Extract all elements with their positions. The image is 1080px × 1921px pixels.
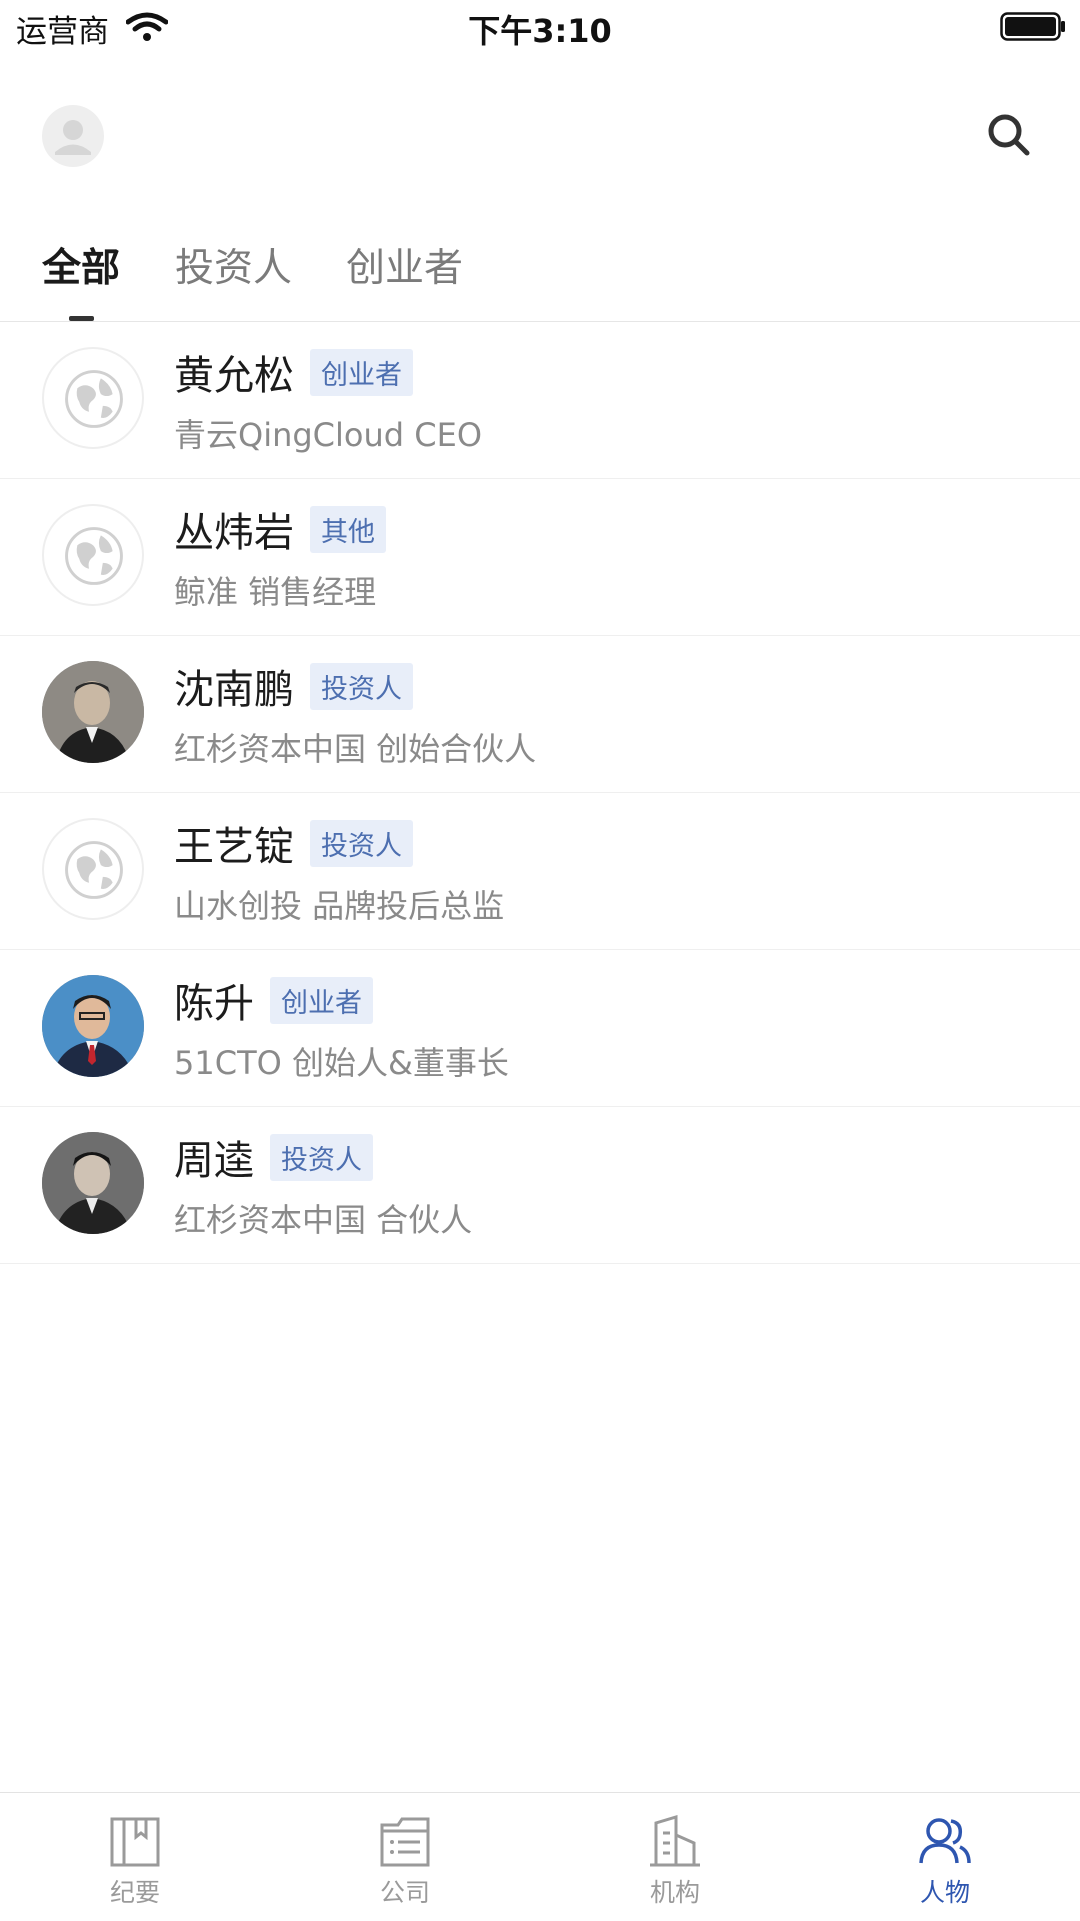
list-item[interactable]: 沈南鹏 投资人 红杉资本中国 创始合伙人 [0,636,1080,793]
battery-icon [1000,12,1065,41]
person-name: 周逵 [174,1138,254,1184]
role-badge: 创业者 [270,976,373,1024]
role-badge: 投资人 [270,1133,373,1181]
role-badge: 投资人 [310,819,413,867]
globe-icon [65,527,123,585]
portrait-image [42,1132,144,1234]
tab-founders[interactable]: 创业者 [346,237,463,293]
people-list: 黄允松 创业者 青云QingCloud CEO 丛炜岩 其他 鲸准 销售经理 沈… [0,322,1080,1264]
avatar-photo [42,661,144,763]
list-item[interactable]: 丛炜岩 其他 鲸准 销售经理 [0,479,1080,636]
person-title: 鲸准 销售经理 [174,573,377,611]
person-title: 红杉资本中国 创始合伙人 [174,730,537,768]
person-name: 陈升 [174,981,254,1027]
globe-icon [65,370,123,428]
avatar-photo [42,975,144,1077]
nav-minutes[interactable]: 纪要 [0,1793,270,1921]
nav-label: 人物 [919,1878,970,1907]
nav-companies[interactable]: 公司 [270,1793,540,1921]
bottom-tab-bar: 纪要 公司 机构 人物 [0,1792,1080,1921]
person-name: 黄允松 [174,353,294,399]
portrait-image [42,661,144,763]
building-icon [650,1815,700,1867]
person-title: 青云QingCloud CEO [174,416,483,454]
nav-label: 公司 [379,1878,430,1907]
nav-label: 纪要 [109,1878,160,1907]
nav-people[interactable]: 人物 [810,1793,1080,1921]
user-avatar-button[interactable] [42,105,104,167]
list-item[interactable]: 陈升 创业者 51CTO 创始人&董事长 [0,950,1080,1107]
tab-investors[interactable]: 投资人 [175,237,292,293]
user-avatar-icon [55,120,91,155]
list-folder-icon [380,1817,430,1867]
list-item[interactable]: 黄允松 创业者 青云QingCloud CEO [0,322,1080,479]
role-badge: 其他 [310,505,386,553]
bookmark-icon [110,1817,160,1867]
avatar [42,347,144,449]
person-name: 丛炜岩 [174,510,294,556]
nav-institutions[interactable]: 机构 [540,1793,810,1921]
role-badge: 投资人 [310,662,413,710]
list-item[interactable]: 周逵 投资人 红杉资本中国 合伙人 [0,1107,1080,1264]
status-time: 下午3:10 [468,12,612,50]
person-title: 51CTO 创始人&董事长 [174,1044,509,1082]
search-icon[interactable] [982,108,1036,162]
status-bar: 运营商 下午3:10 [0,0,1080,56]
role-badge: 创业者 [310,348,413,396]
avatar-photo [42,1132,144,1234]
avatar [42,818,144,920]
person-title: 红杉资本中国 合伙人 [174,1201,473,1239]
person-name: 王艺锭 [174,824,294,870]
filter-tabs: 全部 投资人 创业者 [0,225,1080,322]
avatar [42,504,144,606]
person-title: 山水创投 品牌投后总监 [174,887,505,925]
people-icon [919,1818,971,1864]
nav-label: 机构 [649,1878,700,1907]
globe-icon [65,841,123,899]
portrait-image [42,975,144,1077]
list-item[interactable]: 王艺锭 投资人 山水创投 品牌投后总监 [0,793,1080,950]
person-name: 沈南鹏 [174,667,294,713]
active-tab-indicator [69,316,94,321]
tab-all[interactable]: 全部 [42,237,120,293]
